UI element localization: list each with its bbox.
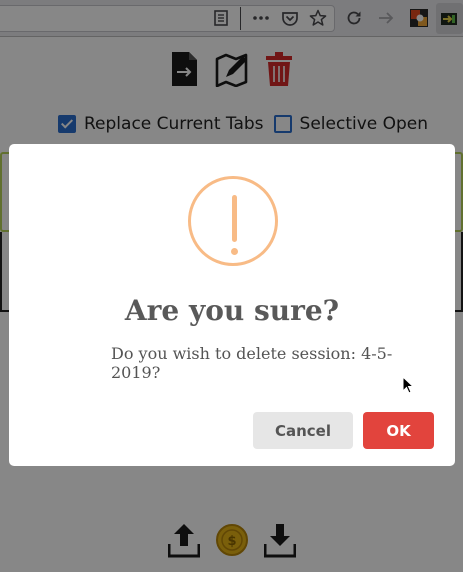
dialog-message: Do you wish to delete session: 4-5-2019?: [111, 344, 393, 382]
ok-button[interactable]: OK: [363, 412, 434, 449]
warning-icon: [188, 176, 278, 266]
cancel-button[interactable]: Cancel: [253, 412, 353, 449]
mouse-cursor-icon: [402, 376, 414, 394]
confirm-delete-dialog: Are you sure? Do you wish to delete sess…: [9, 144, 455, 466]
dialog-title: Are you sure?: [124, 294, 340, 327]
